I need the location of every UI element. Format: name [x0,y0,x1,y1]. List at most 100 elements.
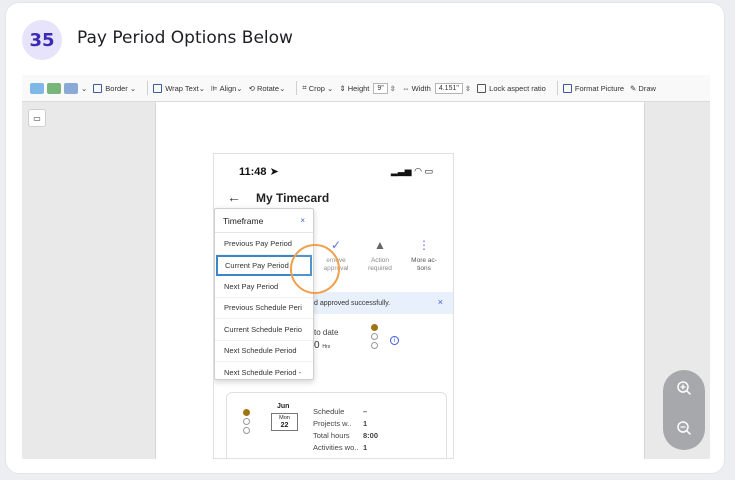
signal-icon: ▂▃▅ [390,166,412,176]
border-icon [93,83,103,93]
row-value: 1 [363,419,368,428]
more-actions-action[interactable]: ⋮ More ac- tions [402,238,446,273]
crop-label: Crop [308,83,325,93]
schedule-row: Projects w.. 1 [313,418,378,430]
row-label: Total hours [313,431,350,440]
timeframe-dropdown: Timeframe × Previous Pay Period Current … [214,208,314,384]
toast-close-icon[interactable]: × [438,297,443,307]
width-label: Width [411,83,431,93]
format-picture-button[interactable]: Format Picture [562,83,625,93]
divider [147,81,149,95]
action-label: tions [417,265,431,272]
border-label: Border [105,83,128,93]
format-picture-label: Format Picture [574,83,625,93]
height-control: ⇕ Height 9" ⇳ [339,82,396,94]
back-arrow-icon[interactable]: ← [227,189,241,205]
dropdown-header: Timeframe × [215,209,313,233]
timeframe-option[interactable]: Next Schedule Period [215,341,313,362]
height-icon: ⇕ [339,83,348,93]
height-spinner[interactable]: ⇳ [390,84,396,93]
wrap-text-button[interactable]: Wrap Text ⌄ [153,83,205,93]
hours-total: 0 Hrs [314,340,330,351]
action-label: Action [370,257,390,264]
schedule-row: Total hours 8:00 [313,430,378,442]
schedule-dots [243,409,250,436]
border-button[interactable]: Border ⌄ [93,83,136,93]
hours-value: 0 [314,340,320,351]
dot-empty [371,333,378,340]
align-icon: ⊫ [210,83,220,93]
zoom-out-icon[interactable] [676,420,692,441]
align-label: Align [219,83,237,93]
warning-icon: ▲ [374,238,386,252]
schedule-row: Schedule – [313,406,378,418]
zoom-in-icon[interactable] [676,380,692,401]
sidebar-toggle-button[interactable]: ▭ [28,109,46,127]
rotate-icon: ⟲ [248,83,257,93]
chevron-down-icon[interactable]: ⌄ [81,84,87,93]
divider [556,81,558,95]
rotate-label: Rotate [256,83,280,93]
width-control: ⇔ Width 4.151" ⇳ [402,82,471,94]
action-required-action[interactable]: ▲ Action required [358,238,402,273]
divider [296,81,298,95]
dot-empty [243,427,250,434]
row-value: 1 [363,443,368,452]
lock-aspect-checkbox[interactable]: Lock aspect ratio [477,83,546,93]
step-title: Pay Period Options Below [77,28,293,48]
click-highlight-circle [290,244,340,294]
dot-empty [243,418,250,425]
timeframe-option[interactable]: Current Schedule Perio [215,319,313,341]
action-label: More ac- [411,257,437,264]
close-icon[interactable]: × [300,216,305,225]
step-number-badge: 35 [22,20,62,60]
align-button[interactable]: ⊫ Align ⌄ [211,84,243,93]
format-picture-icon [562,83,572,93]
picture-style-icon[interactable] [64,82,78,94]
hours-unit: Hrs [322,344,331,350]
location-arrow-icon: ➤ [269,166,279,178]
dropdown-title: Timeframe [223,215,264,226]
pen-icon: ✎ [630,83,639,93]
phone-screenshot: 11:48 ➤ ▂▃▅ ◠ ▭ ← My Timecard ✓ emove ap… [213,153,454,459]
schedule-card[interactable]: Jun Mon 22 Schedule – Projects w.. 1 Total… [226,392,447,458]
day-label: Mon [279,415,290,421]
screenshot-area: ⌄ Border ⌄ Wrap Text ⌄ ⊫ Align ⌄ ⟲ Rotate ⌄… [22,75,710,459]
row-label: Activities wo.. [313,443,359,452]
timeframe-option[interactable]: Next Schedule Period - [215,362,313,384]
width-icon: ⇔ [402,83,412,93]
picture-style-gallery[interactable]: ⌄ [30,82,87,94]
action-label: required [368,265,392,272]
status-icons: ▂▃▅ ◠ ▭ [391,166,433,177]
more-icon: ⋮ [418,238,430,252]
panel-icon: ▭ [33,113,41,123]
dot-empty [371,342,378,349]
draw-button[interactable]: ✎ Draw [630,84,656,93]
wrap-text-icon [153,83,163,93]
schedule-date: Mon 22 [271,413,298,431]
status-dots [371,324,378,351]
status-time: 11:48 ➤ [239,165,279,178]
wrap-text-label: Wrap Text [165,83,199,93]
height-label: Height [347,83,370,93]
to-date-label: to date [314,328,339,337]
picture-style-icon[interactable] [47,82,61,94]
dot-filled [243,409,250,416]
timeframe-option[interactable]: Previous Schedule Peri [215,298,313,319]
rotate-button[interactable]: ⟲ Rotate ⌄ [249,84,286,93]
picture-format-ribbon: ⌄ Border ⌄ Wrap Text ⌄ ⊫ Align ⌄ ⟲ Rotate ⌄… [22,75,710,102]
info-icon[interactable]: i [390,336,399,345]
picture-style-icon[interactable] [30,82,44,94]
checkbox-icon [477,83,487,93]
page-title: My Timecard [256,191,330,205]
zoom-controls [663,370,705,450]
width-input[interactable]: 4.151" [434,82,463,94]
width-spinner[interactable]: ⇳ [465,84,471,93]
lock-aspect-label: Lock aspect ratio [489,83,546,93]
row-value: 8:00 [363,431,379,440]
height-input[interactable]: 9" [373,82,388,94]
crop-button[interactable]: ⌗ Crop ⌄ [302,83,333,93]
row-label: Projects w.. [313,419,352,428]
draw-label: Draw [638,83,656,93]
row-value: – [363,407,368,416]
